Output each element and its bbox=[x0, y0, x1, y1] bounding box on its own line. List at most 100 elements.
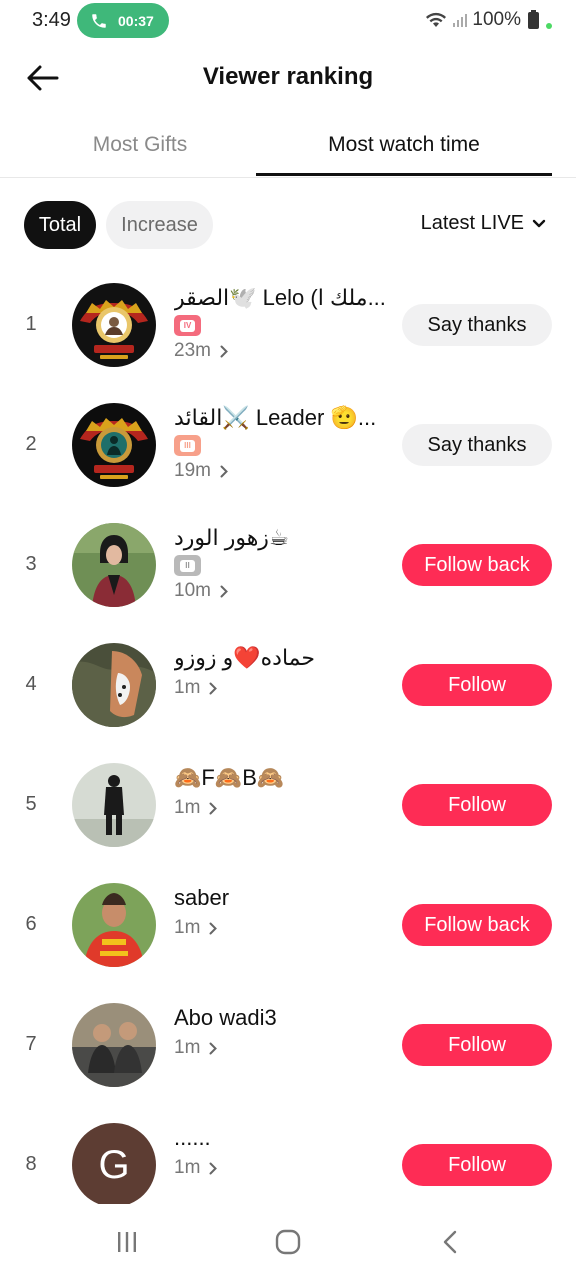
watch-time[interactable]: 23m bbox=[174, 340, 394, 362]
chevron-down-icon bbox=[532, 219, 546, 227]
say-thanks-button[interactable]: Say thanks bbox=[402, 304, 552, 346]
person-avatar-icon bbox=[72, 643, 156, 727]
chevron-right-icon bbox=[220, 465, 228, 477]
active-tab-indicator bbox=[256, 173, 552, 176]
chevron-right-icon bbox=[209, 802, 218, 814]
chevron-right-icon bbox=[220, 585, 228, 597]
watch-time-value: 23m bbox=[174, 340, 211, 361]
ranking-row[interactable]: 1 الصقر🕊️ Lelo (ملك ا... IV 23m Say than… bbox=[0, 265, 576, 385]
ongoing-call-pill[interactable]: 00:37 bbox=[77, 3, 169, 38]
fan-level-badge: II bbox=[174, 555, 201, 576]
avatar[interactable] bbox=[72, 643, 156, 727]
ranking-row[interactable]: 6 saber 1m Follow back bbox=[0, 865, 576, 985]
user-name: 🙈F🙈B🙈 bbox=[174, 765, 285, 790]
live-scope-dropdown[interactable]: Latest LIVE bbox=[421, 212, 546, 235]
watch-time[interactable]: 1m bbox=[174, 1037, 394, 1059]
watch-time-value: 1m bbox=[174, 1157, 201, 1178]
ranking-row[interactable]: 3 زهور الورد☕ II 10m Follow back bbox=[0, 505, 576, 625]
watch-time-value: 10m bbox=[174, 580, 211, 601]
user-name: saber bbox=[174, 885, 230, 910]
person-avatar-icon bbox=[72, 1003, 156, 1087]
watch-time[interactable]: 19m bbox=[174, 460, 394, 482]
filter-total-chip[interactable]: Total bbox=[24, 201, 96, 249]
person-avatar-icon bbox=[72, 523, 156, 607]
chevron-right-icon bbox=[209, 922, 218, 934]
tab-most-watch-time[interactable]: Most watch time bbox=[256, 112, 552, 178]
rank-number: 8 bbox=[25, 1153, 37, 1175]
follow-back-button[interactable]: Follow back bbox=[402, 544, 552, 586]
rank-number: 5 bbox=[25, 793, 37, 815]
ranking-row[interactable]: 5 🙈F🙈B🙈 1m Follow bbox=[0, 745, 576, 865]
filter-bar: Total Increase Latest LIVE bbox=[0, 200, 576, 250]
avatar[interactable] bbox=[72, 403, 156, 487]
system-nav-bar bbox=[0, 1204, 576, 1280]
status-icons: 100% bbox=[424, 9, 552, 31]
ranking-row[interactable]: 2 القائد⚔️ Leader 🫡... III 19m Say thank… bbox=[0, 385, 576, 505]
avatar[interactable] bbox=[72, 763, 156, 847]
home-icon bbox=[275, 1229, 301, 1255]
chevron-right-icon bbox=[209, 1162, 218, 1174]
avatar[interactable]: G bbox=[72, 1123, 156, 1207]
user-info: 🙈F🙈B🙈 1m bbox=[174, 763, 394, 819]
rank-number: 4 bbox=[25, 673, 37, 695]
call-duration: 00:37 bbox=[118, 12, 154, 29]
ranking-row[interactable]: 7 Abo wadi3 1m Follow bbox=[0, 985, 576, 1105]
crest-avatar-icon bbox=[72, 403, 156, 487]
rank-number: 6 bbox=[25, 913, 37, 935]
watch-time[interactable]: 1m bbox=[174, 1157, 394, 1179]
say-thanks-button[interactable]: Say thanks bbox=[402, 424, 552, 466]
user-name: القائد⚔️ Leader 🫡... bbox=[174, 405, 377, 430]
watch-time[interactable]: 1m bbox=[174, 677, 394, 699]
watch-time-value: 1m bbox=[174, 1037, 201, 1058]
crest-avatar-icon bbox=[72, 283, 156, 367]
back-icon bbox=[443, 1230, 457, 1254]
chevron-right-icon bbox=[220, 345, 228, 357]
watch-time-value: 1m bbox=[174, 917, 201, 938]
user-info: الصقر🕊️ Lelo (ملك ا... IV 23m bbox=[174, 283, 394, 362]
ranking-tabs: Most Gifts Most watch time bbox=[0, 112, 576, 178]
user-info: ...... 1m bbox=[174, 1123, 394, 1179]
battery-icon bbox=[528, 9, 539, 29]
user-info: زهور الورد☕ II 10m bbox=[174, 523, 394, 602]
avatar[interactable] bbox=[72, 1003, 156, 1087]
avatar[interactable] bbox=[72, 523, 156, 607]
watch-time[interactable]: 10m bbox=[174, 580, 394, 602]
person-avatar-icon bbox=[72, 763, 156, 847]
follow-button[interactable]: Follow bbox=[402, 1144, 552, 1186]
user-name: الصقر🕊️ Lelo (ملك ا... bbox=[174, 285, 386, 310]
user-name: Abo wadi3 bbox=[174, 1005, 277, 1030]
home-button[interactable] bbox=[258, 1224, 318, 1260]
battery-percent: 100% bbox=[472, 9, 521, 30]
watch-time[interactable]: 1m bbox=[174, 917, 394, 939]
recent-apps-icon bbox=[118, 1232, 136, 1252]
privacy-indicator-dot bbox=[546, 23, 552, 29]
user-name: حماده❤️و زوزو bbox=[174, 645, 315, 670]
rank-number: 7 bbox=[25, 1033, 37, 1055]
follow-button[interactable]: Follow bbox=[402, 784, 552, 826]
ranking-row[interactable]: 4 حماده❤️و زوزو 1m Follow bbox=[0, 625, 576, 745]
watch-time[interactable]: 1m bbox=[174, 797, 394, 819]
fan-level-badge: IV bbox=[174, 315, 201, 336]
status-bar: 3:49 00:37 100% bbox=[0, 0, 576, 42]
user-name: ...... bbox=[174, 1125, 211, 1150]
follow-button[interactable]: Follow bbox=[402, 1024, 552, 1066]
avatar-letter: G bbox=[98, 1142, 130, 1187]
recent-apps-button[interactable] bbox=[97, 1224, 157, 1260]
follow-back-button[interactable]: Follow back bbox=[402, 904, 552, 946]
avatar[interactable] bbox=[72, 283, 156, 367]
status-time: 3:49 bbox=[32, 9, 71, 31]
follow-button[interactable]: Follow bbox=[402, 664, 552, 706]
system-back-button[interactable] bbox=[420, 1224, 480, 1260]
avatar[interactable] bbox=[72, 883, 156, 967]
watch-time-value: 1m bbox=[174, 797, 201, 818]
user-info: حماده❤️و زوزو 1m bbox=[174, 643, 394, 699]
filter-increase-chip[interactable]: Increase bbox=[106, 201, 213, 249]
tab-most-gifts[interactable]: Most Gifts bbox=[20, 112, 260, 178]
chevron-right-icon bbox=[209, 1042, 218, 1054]
wifi-icon bbox=[426, 12, 447, 27]
person-avatar-icon bbox=[72, 883, 156, 967]
user-info: saber 1m bbox=[174, 883, 394, 939]
watch-time-value: 1m bbox=[174, 677, 201, 698]
user-name: زهور الورد☕ bbox=[174, 525, 289, 550]
rank-number: 3 bbox=[25, 553, 37, 575]
